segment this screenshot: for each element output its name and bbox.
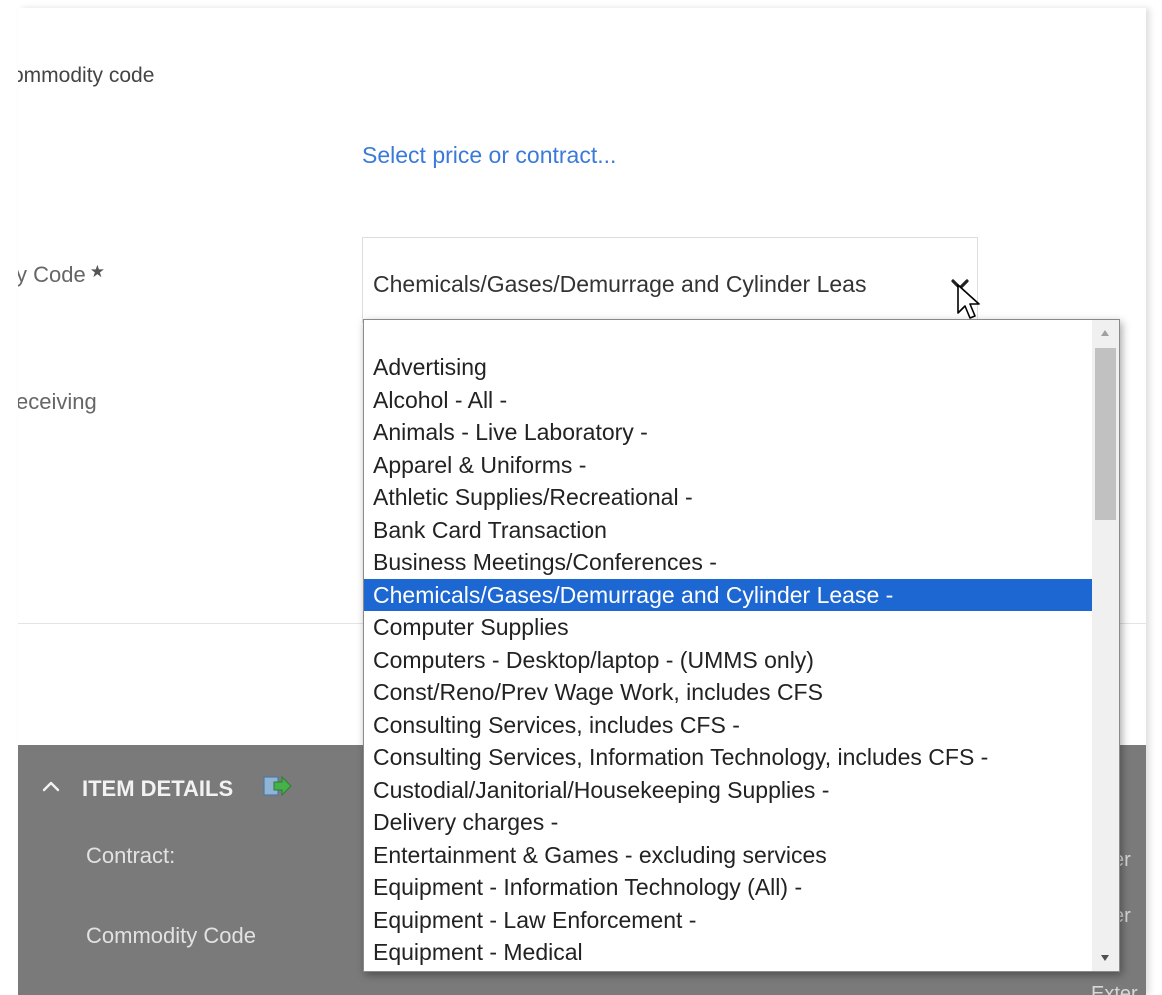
dropdown-option[interactable]: Athletic Supplies/Recreational - xyxy=(364,481,1092,514)
dropdown-option[interactable]: Computer Supplies xyxy=(364,611,1092,644)
commodity-code-field-label-text: y Code xyxy=(18,262,86,287)
required-star-icon: ★ xyxy=(89,262,105,281)
dropdown-options: Advertising Alcohol - All - Animals - Li… xyxy=(364,320,1092,969)
commodity-code-select[interactable]: Chemicals/Gases/Demurrage and Cylinder L… xyxy=(362,237,978,323)
dropdown-option[interactable]: Entertainment & Games - excluding servic… xyxy=(364,839,1092,872)
dropdown-option[interactable]: Custodial/Janitorial/Housekeeping Suppli… xyxy=(364,774,1092,807)
dropdown-option-selected[interactable]: Chemicals/Gases/Demurrage and Cylinder L… xyxy=(364,578,1092,611)
receiving-label: eceiving xyxy=(18,389,97,414)
commodity-code-field-label: y Code ★ xyxy=(18,262,105,288)
dropdown-option[interactable]: Computers - Desktop/laptop - (UMMS only) xyxy=(364,644,1092,677)
dropdown-scrollbar[interactable] xyxy=(1092,320,1119,971)
dropdown-option[interactable]: Apparel & Uniforms - xyxy=(364,449,1092,482)
dropdown-option[interactable]: Delivery charges - xyxy=(364,806,1092,839)
scroll-up-arrow-icon[interactable] xyxy=(1100,329,1110,337)
dropdown-option[interactable]: Alcohol - All - xyxy=(364,384,1092,417)
select-price-or-contract-link[interactable]: Select price or contract... xyxy=(362,142,616,169)
dropdown-option[interactable]: Consulting Services, Information Technol… xyxy=(364,741,1092,774)
dropdown-option[interactable]: Bank Card Transaction xyxy=(364,514,1092,547)
dropdown-option[interactable]: Equipment - Law Enforcement - xyxy=(364,904,1092,937)
dropdown-option-blank[interactable] xyxy=(364,320,1092,351)
dropdown-option[interactable]: Const/Reno/Prev Wage Work, includes CFS xyxy=(364,676,1092,709)
external-label-3: Exter xyxy=(1091,983,1138,995)
commodity-code-dropdown-list[interactable]: Advertising Alcohol - All - Animals - Li… xyxy=(363,319,1120,972)
dropdown-option[interactable]: Equipment - Information Technology (All)… xyxy=(364,871,1092,904)
item-details-title[interactable]: ITEM DETAILS xyxy=(82,776,233,802)
dropdown-option[interactable]: Animals - Live Laboratory - xyxy=(364,416,1092,449)
export-arrow-icon[interactable] xyxy=(262,774,292,798)
scroll-down-arrow-icon[interactable] xyxy=(1100,954,1110,962)
dropdown-option[interactable]: Equipment - Medical xyxy=(364,936,1092,969)
contract-label: Contract: xyxy=(86,843,176,868)
mouse-pointer-icon xyxy=(957,284,980,319)
commodity-code-select-value: Chemicals/Gases/Demurrage and Cylinder L… xyxy=(373,271,867,297)
chevron-up-icon[interactable] xyxy=(42,779,60,793)
item-commodity-code-label: Commodity Code xyxy=(86,923,256,948)
dropdown-option[interactable]: Consulting Services, includes CFS - xyxy=(364,709,1092,742)
scrollbar-thumb[interactable] xyxy=(1095,348,1116,520)
dropdown-option[interactable]: Business Meetings/Conferences - xyxy=(364,546,1092,579)
commodity-code-heading: ommodity code xyxy=(18,64,155,87)
dropdown-option[interactable]: Advertising xyxy=(364,351,1092,384)
